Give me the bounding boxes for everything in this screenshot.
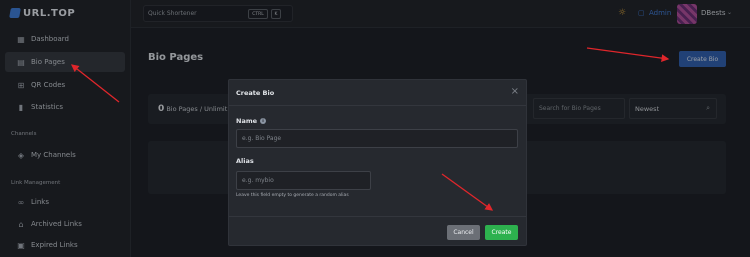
modal-title: Create Bio xyxy=(236,89,275,97)
alias-field[interactable] xyxy=(236,171,371,190)
modal-footer-divider xyxy=(229,216,526,217)
name-label-text: Name xyxy=(236,117,258,125)
create-button[interactable]: Create xyxy=(485,225,518,240)
modal-divider xyxy=(229,105,526,106)
create-bio-modal: Create Bio × Name i Alias Leave this fie… xyxy=(228,79,527,246)
alias-label: Alias xyxy=(236,157,254,165)
cancel-button[interactable]: Cancel xyxy=(447,225,480,240)
name-label: Name i xyxy=(236,117,267,125)
alias-hint: Leave this field empty to generate a ran… xyxy=(236,193,349,198)
name-field[interactable] xyxy=(236,129,518,148)
info-icon[interactable]: i xyxy=(260,118,267,124)
close-icon[interactable]: × xyxy=(511,86,519,97)
